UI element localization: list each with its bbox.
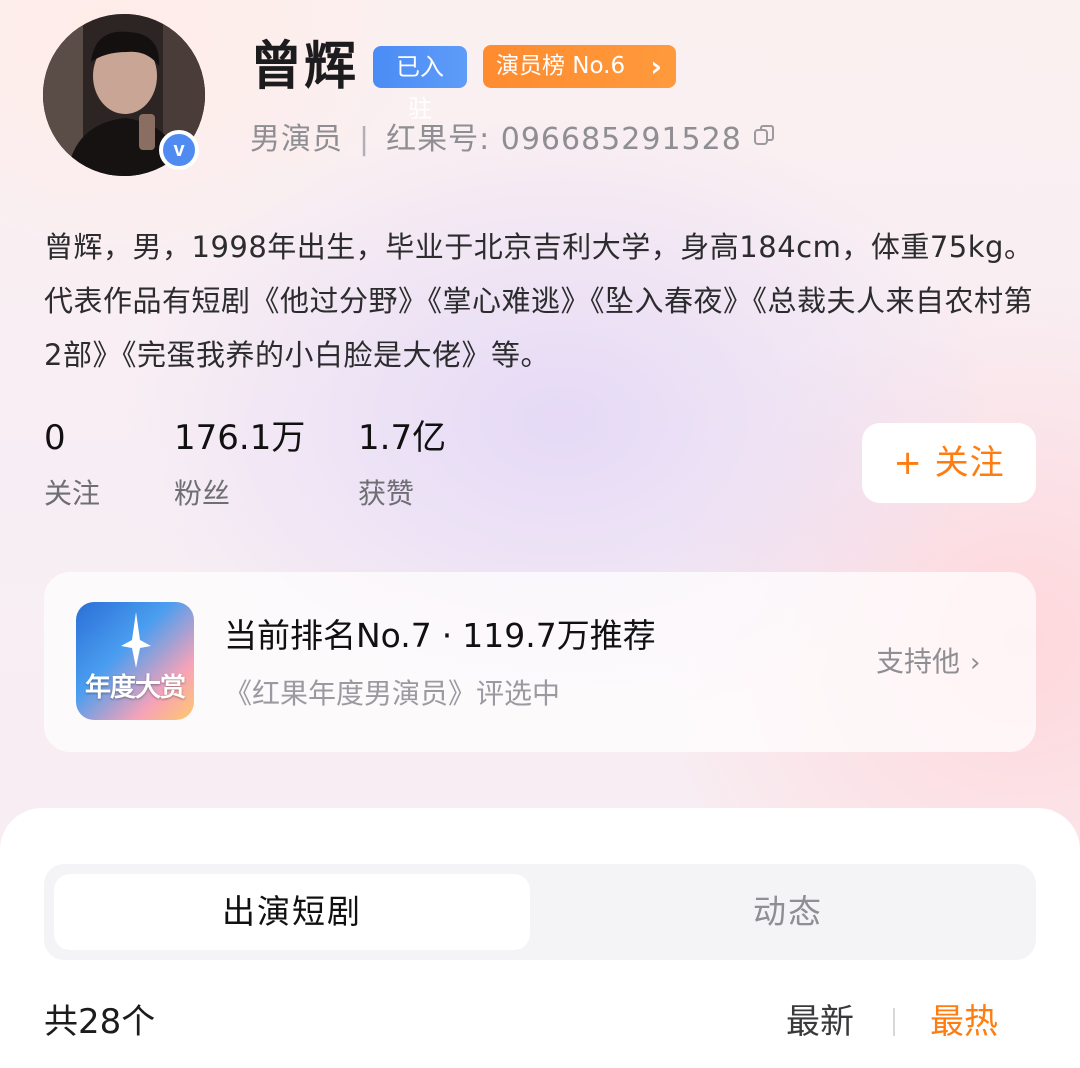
joined-badge: 已入驻: [373, 46, 467, 123]
profile-name: 曾辉: [250, 37, 359, 97]
stat-label: 关注: [44, 477, 101, 510]
sort-latest-button[interactable]: 最新: [786, 998, 854, 1046]
tab-updates[interactable]: 动态: [550, 874, 1026, 950]
sort-hot-button[interactable]: 最热: [930, 998, 998, 1046]
award-icon-text: 年度大赏: [84, 673, 186, 703]
support-button[interactable]: 支持他 ›: [876, 640, 980, 685]
stat-fans[interactable]: 176.1万 粉丝: [174, 414, 305, 514]
profile-bio: 曾辉，男，1998年出生，毕业于北京吉利大学，身高184cm，体重75kg。代表…: [44, 230, 1034, 372]
chevron-right-icon: ›: [650, 50, 662, 83]
award-votes: 119.7万推荐: [462, 616, 656, 655]
annual-award-card[interactable]: 年度大赏 当前排名No.7 · 119.7万推荐 《红果年度男演员》评选中 支持他 ›: [44, 572, 1036, 752]
chevron-right-icon: ›: [970, 648, 981, 678]
stat-likes: 1.7亿 获赞: [358, 414, 446, 514]
profile-id: 红果号: 096685291528: [386, 122, 742, 157]
tab-dramas[interactable]: 出演短剧: [54, 874, 530, 950]
stat-label: 获赞: [358, 477, 415, 510]
actor-rank-label: 演员榜 No.6: [496, 53, 626, 79]
follow-button[interactable]: + 关注: [862, 423, 1036, 503]
profile-subline: 男演员 | 红果号: 096685291528: [250, 118, 776, 162]
stat-value: 176.1万: [174, 418, 306, 458]
award-subtitle: 《红果年度男演员》评选中: [224, 677, 561, 710]
avatar[interactable]: v: [43, 14, 205, 176]
award-title-dot: ·: [441, 616, 453, 655]
award-rank: 当前排名No.7: [224, 616, 432, 655]
stat-following[interactable]: 0 关注: [44, 414, 100, 514]
sort-divider: [893, 1008, 895, 1036]
verified-check-icon: v: [159, 130, 199, 170]
award-star-icon: 年度大赏: [76, 602, 194, 720]
drama-count: 共28个: [44, 1002, 156, 1042]
stat-value: 0: [44, 418, 66, 458]
actor-rank-badge[interactable]: 演员榜 No.6 ›: [483, 45, 676, 88]
content-tabs: 出演短剧 动态: [44, 864, 1036, 960]
subline-separator: |: [359, 122, 371, 157]
award-title: 当前排名No.7 · 119.7万推荐: [224, 612, 656, 660]
stat-value: 1.7亿: [358, 418, 447, 458]
copy-icon[interactable]: [752, 116, 776, 160]
content-panel: 出演短剧 动态 共28个 最新 最热: [0, 808, 1080, 1068]
stat-label: 粉丝: [174, 477, 231, 510]
support-label: 支持他: [876, 645, 961, 678]
profile-role: 男演员: [250, 122, 343, 157]
